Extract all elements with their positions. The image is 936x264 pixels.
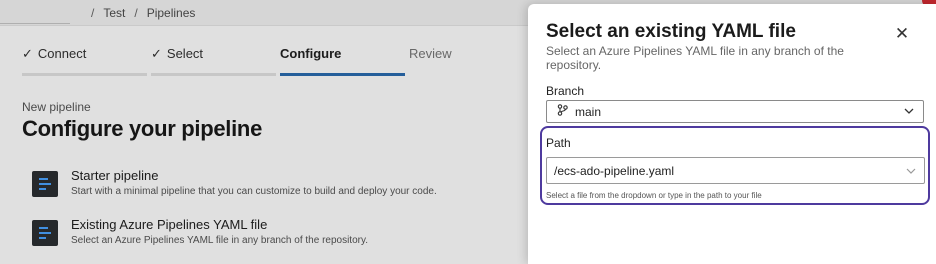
panel-description: Select an Azure Pipelines YAML file in a… [546, 44, 844, 72]
panel-title: Select an existing YAML file [546, 21, 796, 42]
chevron-down-icon [904, 108, 914, 114]
path-section-highlight: Path /ecs-ado-pipeline.yaml Select a fil… [540, 126, 930, 205]
chevron-down-icon[interactable] [905, 165, 917, 177]
branch-dropdown[interactable]: main [546, 100, 924, 123]
close-icon[interactable]: ✕ [892, 24, 912, 44]
path-hint: Select a file from the dropdown or type … [546, 191, 762, 200]
git-branch-icon [557, 104, 568, 119]
path-input[interactable]: /ecs-ado-pipeline.yaml [546, 157, 925, 184]
branch-value: main [575, 104, 602, 119]
path-label: Path [546, 136, 571, 150]
select-yaml-panel: Select an existing YAML file Select an A… [528, 4, 936, 264]
path-value: /ecs-ado-pipeline.yaml [554, 163, 675, 178]
branch-label: Branch [546, 84, 585, 98]
